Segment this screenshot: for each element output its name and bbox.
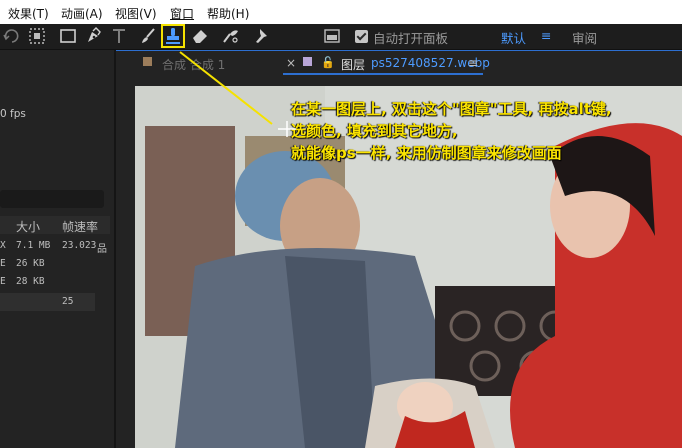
column-size[interactable]: 大小 (16, 218, 40, 235)
project-row[interactable]: E 28 KB (0, 273, 95, 291)
project-column-header: 大小 帧速率 (0, 216, 110, 234)
project-search-input[interactable] (0, 190, 104, 208)
brush-tool-icon[interactable] (138, 26, 158, 46)
rectangle-tool-icon[interactable] (58, 26, 78, 46)
roto-brush-icon[interactable] (221, 26, 241, 46)
auto-open-panel-checkbox[interactable] (355, 30, 368, 43)
menu-bar: 效果(T) 动画(A) 视图(V) 窗口 帮助(H) (0, 0, 682, 24)
tab-layer-label[interactable]: 图层 (341, 56, 365, 73)
menu-effect[interactable]: 效果(T) (8, 5, 49, 22)
type-tool-icon[interactable] (109, 26, 129, 46)
toolbar: 自动打开面板 默认 ≡ 审阅 (0, 24, 682, 50)
menu-animation[interactable]: 动画(A) (61, 5, 103, 22)
project-panel: 0 fps 大小 帧速率 X 7.1 MB 23.023 品 E 26 KB E… (0, 50, 114, 448)
menu-help[interactable]: 帮助(H) (207, 5, 249, 22)
camera-tool-icon[interactable] (27, 26, 47, 46)
project-row[interactable]: 25 (0, 293, 95, 311)
active-tab-indicator (283, 73, 483, 75)
tab-composition[interactable]: 合成 合成 1 (162, 56, 225, 73)
project-row[interactable]: X 7.1 MB 23.023 (0, 237, 96, 255)
layer-color-swatch (303, 57, 312, 66)
rotate-tool-icon[interactable] (2, 26, 22, 46)
viewer-tab-bar: 合成 合成 1 × 🔓 图层 ps527408527.webp ≡ (116, 50, 682, 76)
fps-readout: 0 fps (0, 108, 26, 120)
puppet-pin-icon[interactable] (252, 26, 272, 46)
column-frame-rate[interactable]: 帧速率 (62, 218, 98, 235)
tutorial-annotation: 在某一图层上, 双击这个"图章"工具, 再按alt键, 选颜色, 填充到其它地方… (291, 98, 612, 164)
annotation-line-1: 在某一图层上, 双击这个"图章"工具, 再按alt键, (291, 100, 612, 118)
workspace-default[interactable]: 默认 (501, 28, 526, 47)
annotation-line-3: 就能像ps一样, 来用仿制图章来修改画面 (291, 144, 562, 162)
panel-focus-line (116, 50, 682, 51)
menu-window[interactable]: 窗口 (170, 5, 194, 22)
workspace-review[interactable]: 审阅 (572, 28, 597, 47)
clone-stamp-icon[interactable] (163, 26, 183, 46)
menu-view[interactable]: 视图(V) (115, 5, 157, 22)
workspace-menu-icon[interactable]: ≡ (541, 28, 551, 43)
auto-open-panel-label: 自动打开面板 (373, 31, 449, 46)
tab-menu-icon[interactable]: ≡ (468, 56, 478, 70)
eraser-tool-icon[interactable] (190, 26, 210, 46)
network-icon: 品 (97, 244, 107, 255)
close-tab-icon[interactable]: × (286, 56, 296, 70)
pen-tool-icon[interactable] (84, 26, 104, 46)
composition-color-swatch (143, 57, 152, 66)
panel-toggle-icon[interactable] (322, 26, 342, 46)
lock-icon[interactable]: 🔓 (321, 56, 335, 69)
project-row[interactable]: E 26 KB (0, 255, 95, 273)
annotation-line-2: 选颜色, 填充到其它地方, (291, 122, 458, 140)
